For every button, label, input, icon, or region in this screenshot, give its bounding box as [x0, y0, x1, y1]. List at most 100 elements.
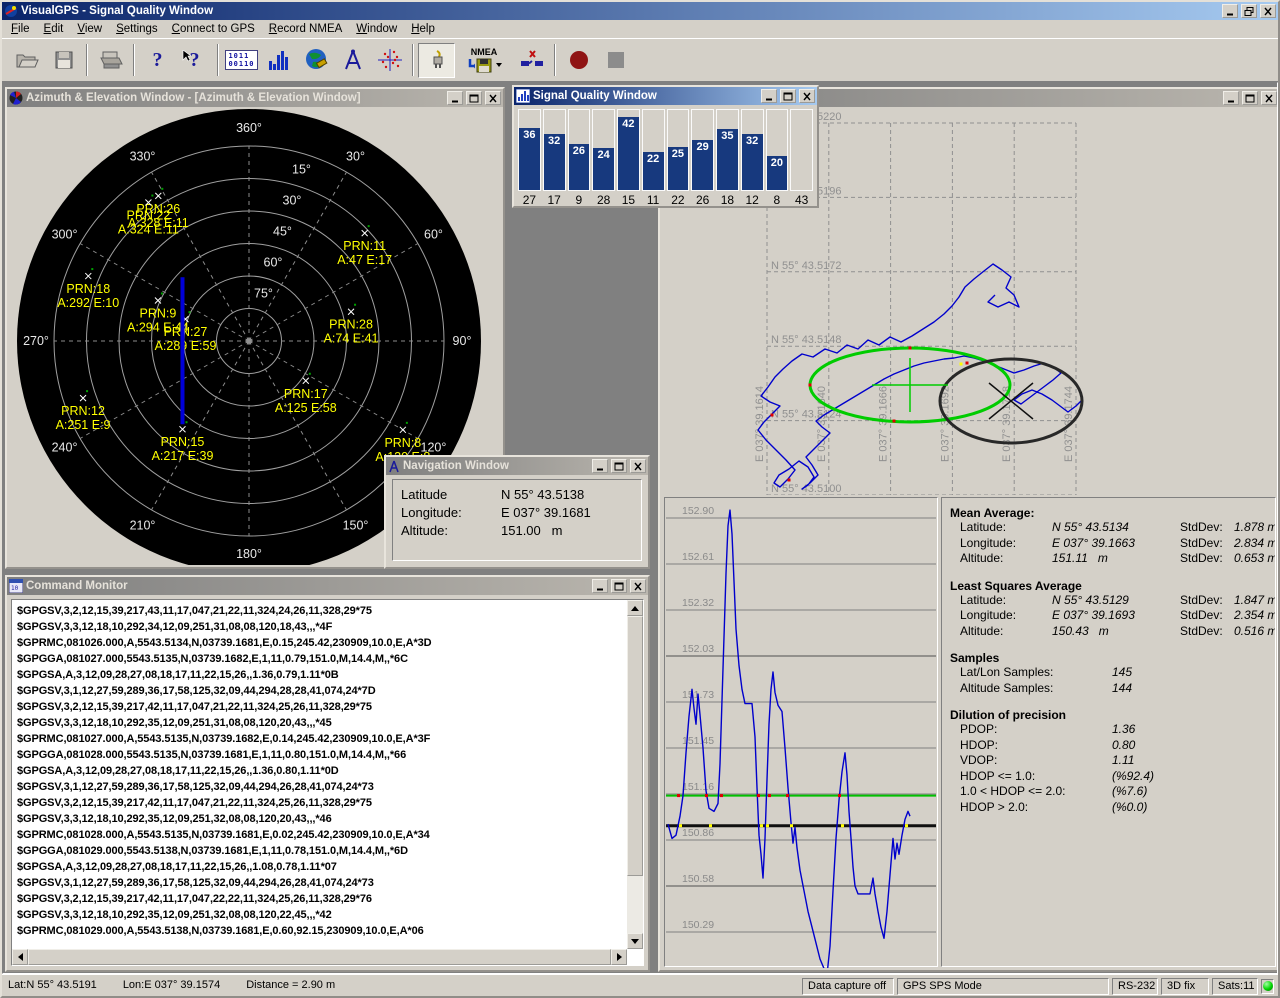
menu-view[interactable]: View [70, 21, 109, 37]
prn-label: 12 [741, 193, 764, 204]
menu-file[interactable]: File [4, 21, 37, 37]
navigation-title-bar[interactable]: Navigation Window [386, 457, 648, 475]
signal-bars-icon [516, 89, 530, 103]
minimize-button[interactable] [447, 91, 463, 105]
close-button[interactable] [485, 91, 501, 105]
azimuth-ring-label: 270° [23, 334, 49, 348]
about-button[interactable]: ? [139, 43, 176, 78]
plug-icon [427, 49, 447, 71]
azimuth-ring-label: 180° [236, 547, 262, 561]
snr-bar-chart: 3632262442222529353220 [518, 109, 813, 191]
menu-record-nmea[interactable]: Record NMEA [262, 21, 350, 37]
altitude-axis-label: 151.16 [682, 781, 714, 793]
snr-bar: 24 [593, 148, 614, 190]
close-button[interactable] [630, 579, 646, 593]
azimuth-elevation-button[interactable] [297, 43, 334, 78]
maximize-button[interactable] [466, 91, 482, 105]
maximize-button[interactable] [780, 89, 796, 103]
context-help-button[interactable]: ? [176, 43, 213, 78]
gps-activity-led [1261, 979, 1274, 994]
stddev-value: 0.653 m [1234, 551, 1276, 567]
stats-label: Altitude: [960, 624, 1052, 640]
close-button[interactable] [1260, 4, 1276, 18]
prn-label: 26 [691, 193, 714, 204]
main-title-bar[interactable]: VisualGPS - Signal Quality Window [2, 2, 1278, 20]
cursor-arrow-icon [182, 50, 192, 62]
open-button[interactable] [8, 43, 45, 78]
close-button[interactable] [1261, 91, 1277, 105]
record-button[interactable] [560, 43, 597, 78]
survey-button[interactable] [371, 43, 408, 78]
command-monitor-button[interactable]: 101100110 [223, 43, 260, 78]
altitude-label: Altitude: [401, 522, 501, 540]
vertical-scrollbar[interactable] [627, 600, 643, 949]
stats-row: 1.0 < HDOP <= 2.0:(%7.6) [950, 784, 1267, 800]
minimize-button[interactable] [592, 459, 608, 473]
signal-quality-button[interactable] [260, 43, 297, 78]
binary-icon: 101100110 [225, 50, 257, 70]
menu-window[interactable]: Window [349, 21, 404, 37]
longitude-gridline-label: E 037° 39.1666 [878, 386, 890, 462]
print-button[interactable] [92, 43, 129, 78]
minimize-button[interactable] [1223, 91, 1239, 105]
snr-bar: 32 [742, 134, 763, 190]
stats-row: Altitude:151.11 mStdDev:0.653 m [950, 551, 1267, 567]
satellite-azel-label: A:251 E:9 [56, 418, 111, 432]
nmea-text-area[interactable]: $GPGSV,3,2,12,15,39,217,43,11,17,047,21,… [11, 599, 644, 966]
horizontal-scroll-thumb[interactable] [28, 949, 611, 965]
maximize-button[interactable] [1242, 91, 1258, 105]
close-button[interactable] [799, 89, 815, 103]
altitude-value: 151.00 m [501, 522, 562, 540]
nmea-dropdown-arrow[interactable] [496, 63, 502, 67]
position-window: Window] N 55° 43.5220N 55° 43.5196N 55° … [658, 87, 1278, 972]
signal-quality-title-bar[interactable]: Signal Quality Window [514, 87, 817, 105]
scroll-right-button[interactable] [611, 949, 627, 965]
minimize-button[interactable] [592, 579, 608, 593]
azimuth-window-title-bar[interactable]: Azimuth & Elevation Window - [Azimuth & … [7, 89, 503, 107]
elevation-ring-label: 75° [254, 287, 273, 301]
status-bar: Lat:N 55° 43.5191 Lon:E 037° 39.1574 Dis… [2, 974, 1278, 996]
snr-value: 26 [569, 145, 590, 157]
minimize-button[interactable] [761, 89, 777, 103]
vertical-scroll-thumb[interactable] [627, 616, 643, 876]
stddev-label: StdDev: [1180, 551, 1234, 567]
stop-button[interactable] [597, 43, 634, 78]
nmea-sentence: $GPGSV,3,2,12,15,39,217,43,11,17,047,21,… [17, 603, 622, 619]
maximize-button[interactable] [611, 579, 627, 593]
azimuth-ring-label: 240° [52, 441, 78, 455]
satellite-prn-label: PRN:22 [127, 209, 171, 223]
menu-help[interactable]: Help [404, 21, 442, 37]
stats-section-title: Samples [950, 651, 1267, 665]
minimize-button[interactable] [1222, 4, 1238, 18]
gps-track [758, 264, 1082, 489]
stddev-label: StdDev: [1180, 624, 1234, 640]
stats-value: 0.80 [1112, 738, 1267, 754]
nmea-sentence: $GPGSV,3,3,12,18,10,292,35,12,09,251,31,… [17, 715, 622, 731]
toolbar: ? ? 101100110 NMEA [2, 39, 1278, 82]
menu-connect-to-gps[interactable]: Connect to GPS [165, 21, 262, 37]
command-monitor-title-bar[interactable]: 10 Command Monitor [7, 577, 648, 595]
close-button[interactable] [630, 459, 646, 473]
scroll-down-button[interactable] [627, 933, 643, 949]
record-nmea-button[interactable]: NMEA [455, 43, 513, 78]
altitude-axis-label: 150.29 [682, 919, 714, 931]
scroll-left-button[interactable] [12, 949, 28, 965]
connect-button[interactable] [418, 43, 455, 78]
a-frame-small-icon [388, 460, 400, 473]
elevation-ring-label: 30° [283, 193, 302, 207]
save-button[interactable] [45, 43, 82, 78]
scroll-up-button[interactable] [627, 600, 643, 616]
maximize-button[interactable] [611, 459, 627, 473]
azimuth-ring-label: 360° [236, 121, 262, 135]
disconnect-button[interactable] [513, 43, 550, 78]
stats-label: Altitude Samples: [960, 681, 1112, 697]
nmea-sentence: $GPGSV,3,1,12,27,59,289,36,17,58,125,32,… [17, 779, 622, 795]
horizontal-scrollbar[interactable] [12, 949, 627, 965]
snr-value: 24 [593, 149, 614, 161]
navigation-button[interactable] [334, 43, 371, 78]
menu-edit[interactable]: Edit [37, 21, 71, 37]
menu-settings[interactable]: Settings [109, 21, 165, 37]
stats-value: (%7.6) [1112, 784, 1267, 800]
restore-button[interactable] [1241, 4, 1257, 18]
position-window-content: N 55° 43.5220N 55° 43.5196N 55° 43.5172N… [662, 109, 1277, 968]
